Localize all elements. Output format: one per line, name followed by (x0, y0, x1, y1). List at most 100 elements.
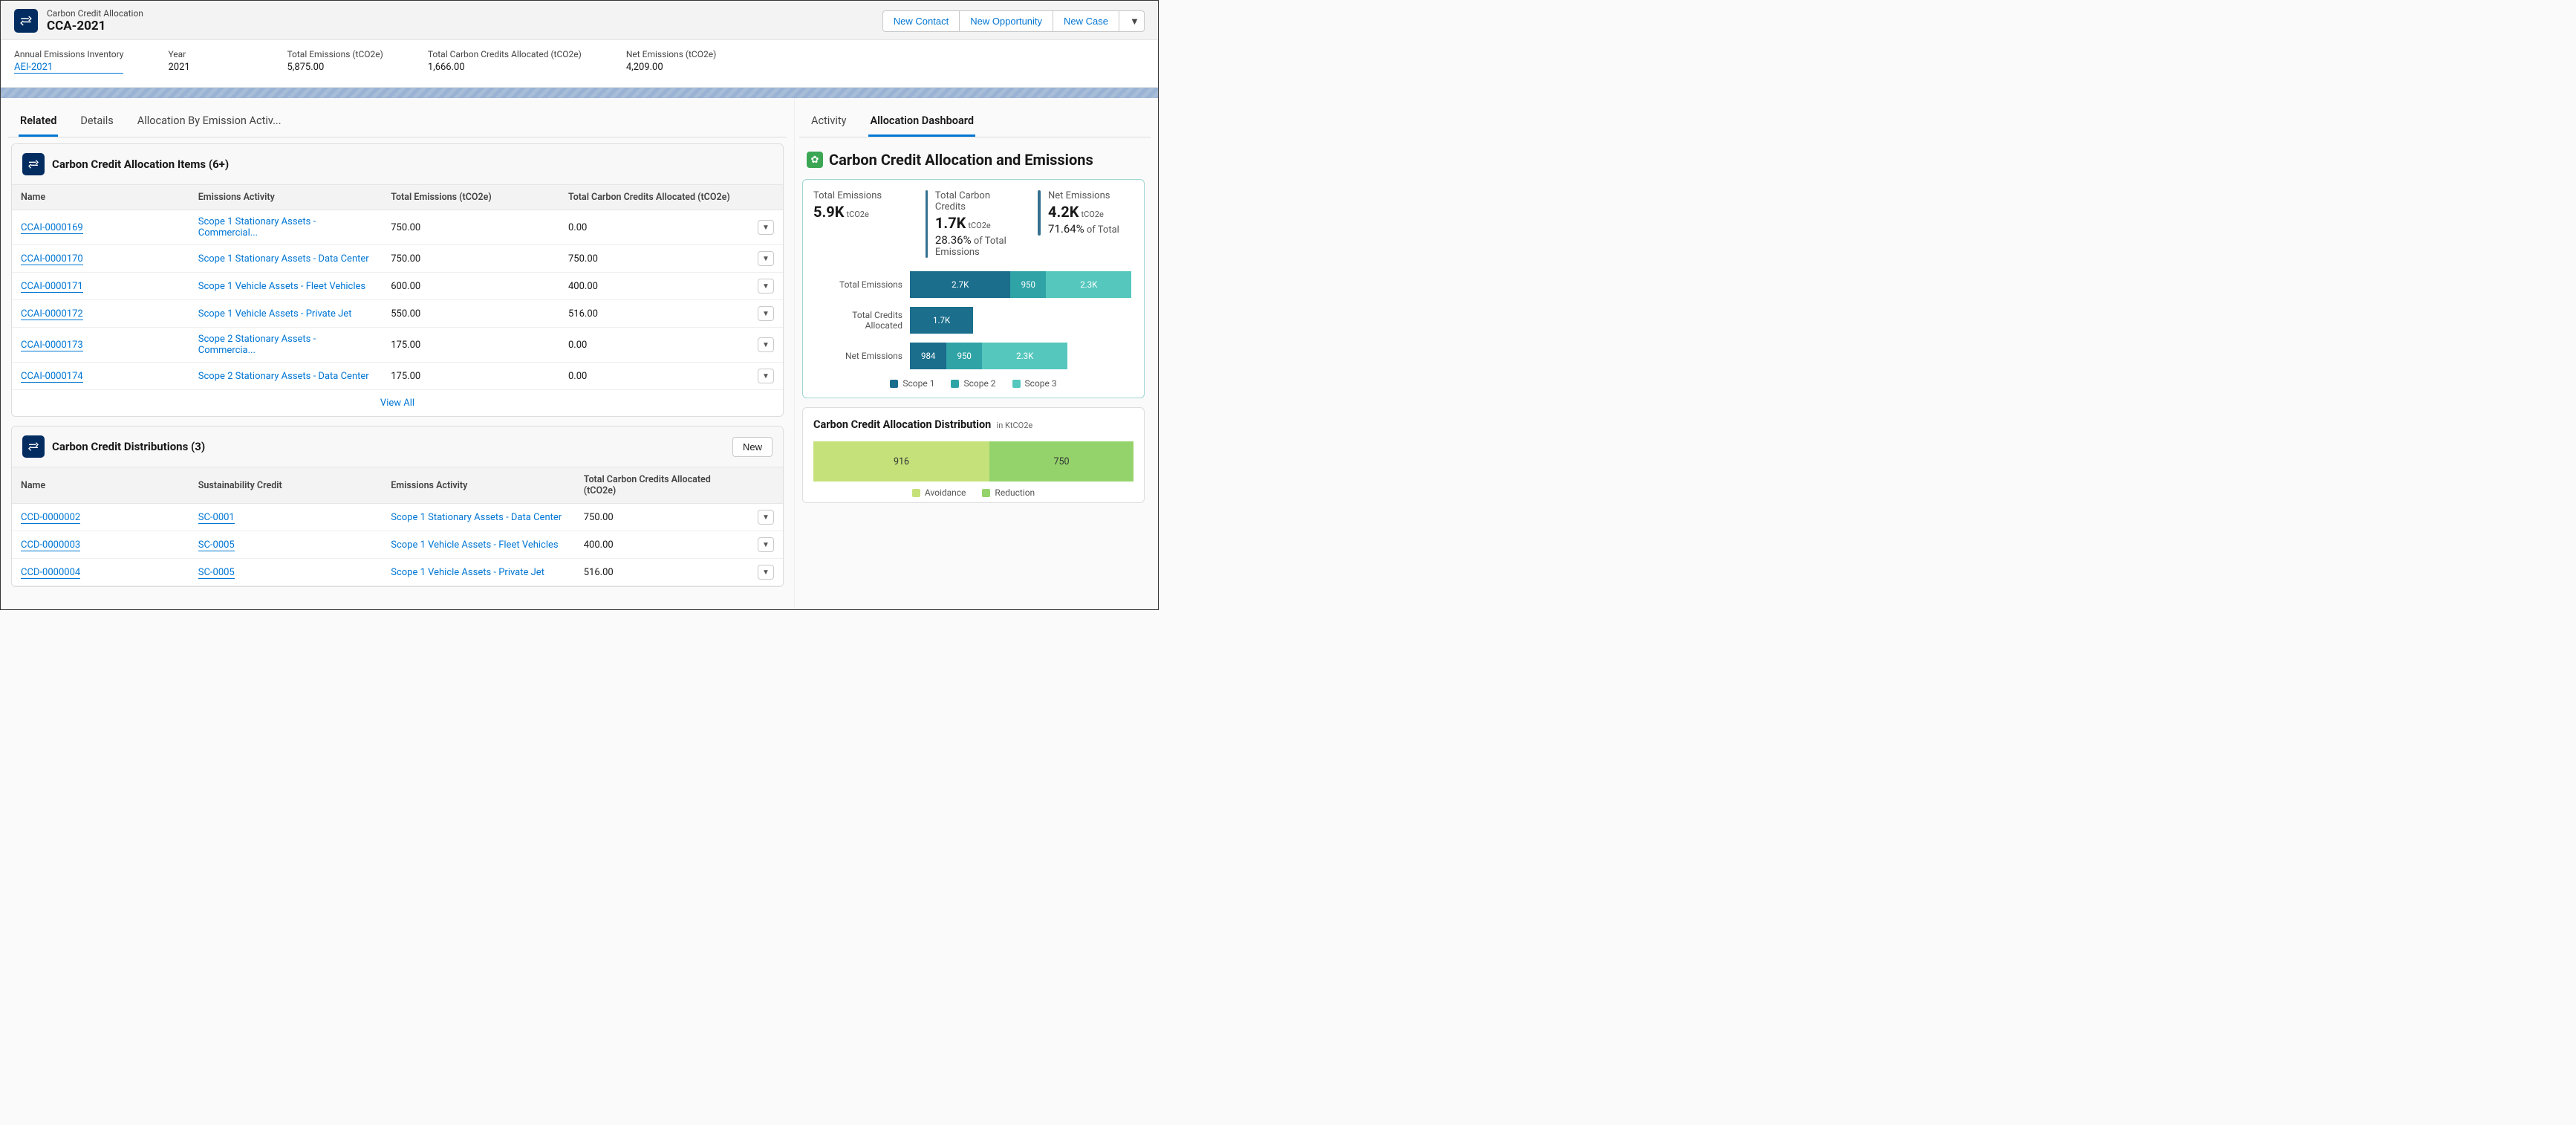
leaf-icon: ✿ (807, 152, 823, 168)
item-activity-link[interactable]: Scope 1 Vehicle Assets - Private Jet (198, 308, 352, 320)
tab-allocation-by-activity[interactable]: Allocation By Emission Activ... (136, 106, 283, 137)
stat-total-cc-label: Total Carbon Credits (935, 190, 1021, 213)
dist-credit-link[interactable]: SC-0005 (198, 539, 235, 551)
scope-stacked-bar-chart: Total Emissions2.7K9502.3KTotal Credits … (813, 271, 1133, 369)
table-row: CCD-0000003 SC-0005 Scope 1 Vehicle Asse… (12, 531, 783, 559)
bar-track: 9849502.3K (910, 343, 1133, 369)
item-activity-link[interactable]: Scope 2 Stationary Assets - Commercia... (198, 334, 316, 356)
dist-name-link[interactable]: CCD-0000004 (21, 567, 80, 579)
col-activity: Emissions Activity (189, 185, 383, 210)
bar-segment-scope-1: 1.7K (910, 307, 973, 334)
distributions-card: Carbon Credit Distributions (3) New Name… (11, 426, 784, 587)
distribution-unit: in KtCO2e (997, 421, 1033, 430)
view-all-link[interactable]: View All (380, 398, 414, 409)
row-menu-button[interactable]: ▼ (758, 369, 774, 383)
distributions-title: Carbon Credit Distributions (3) (52, 440, 205, 453)
list-icon (22, 153, 45, 175)
table-row: CCAI-0000174 Scope 2 Stationary Assets -… (12, 363, 783, 390)
new-case-button[interactable]: New Case (1053, 10, 1119, 32)
stat-total-cc-pct: 28.36% (935, 233, 972, 247)
bar-track: 2.7K9502.3K (910, 271, 1133, 298)
new-opportunity-button[interactable]: New Opportunity (960, 10, 1053, 32)
bar-row-label: Total Credits Allocated (813, 310, 910, 331)
row-menu-button[interactable]: ▼ (758, 337, 774, 352)
dist-activity-link[interactable]: Scope 1 Stationary Assets - Data Center (391, 512, 562, 523)
item-name-link[interactable]: CCAI-0000170 (21, 253, 83, 265)
row-menu-button[interactable]: ▼ (758, 220, 774, 235)
record-title: CCA-2021 (47, 19, 143, 33)
year-label: Year (168, 49, 242, 59)
row-menu-button[interactable]: ▼ (758, 510, 774, 525)
row-menu-button[interactable]: ▼ (758, 565, 774, 580)
row-menu-button[interactable]: ▼ (758, 306, 774, 321)
bar-track: 1.7K (910, 307, 1133, 334)
bar-row-label: Total Emissions (813, 279, 910, 290)
stat-net-value: 4.2K (1048, 203, 1079, 221)
legend-scope2: Scope 2 (963, 378, 995, 389)
item-credits: 0.00 (559, 210, 749, 245)
dcol-activity: Emissions Activity (382, 467, 575, 504)
table-row: CCAI-0000173 Scope 2 Stationary Assets -… (12, 328, 783, 363)
item-total: 550.00 (382, 300, 559, 328)
tab-related[interactable]: Related (19, 106, 58, 137)
item-activity-link[interactable]: Scope 1 Stationary Assets - Data Center (198, 253, 369, 265)
item-name-link[interactable]: CCAI-0000169 (21, 222, 83, 234)
item-credits: 0.00 (559, 363, 749, 390)
item-total: 175.00 (382, 363, 559, 390)
dist-segment-avoidance: 916 (813, 441, 989, 482)
total-credits-value: 1,666.00 (428, 62, 582, 73)
tab-details[interactable]: Details (79, 106, 114, 137)
item-credits: 516.00 (559, 300, 749, 328)
record-object-label: Carbon Credit Allocation (47, 8, 143, 19)
net-emissions-label: Net Emissions (tCO2e) (626, 49, 716, 59)
bar-row-label: Net Emissions (813, 351, 910, 361)
list-icon (22, 435, 45, 458)
new-contact-button[interactable]: New Contact (882, 10, 960, 32)
table-row: CCAI-0000170 Scope 1 Stationary Assets -… (12, 245, 783, 273)
item-activity-link[interactable]: Scope 1 Stationary Assets - Commercial..… (198, 216, 316, 239)
table-row: CCD-0000004 SC-0005 Scope 1 Vehicle Asse… (12, 559, 783, 586)
row-menu-button[interactable]: ▼ (758, 279, 774, 294)
item-name-link[interactable]: CCAI-0000174 (21, 371, 83, 383)
dist-name-link[interactable]: CCD-0000003 (21, 539, 80, 551)
tab-allocation-dashboard[interactable]: Allocation Dashboard (868, 106, 975, 137)
new-distribution-button[interactable]: New (732, 437, 773, 457)
table-row: CCAI-0000171 Scope 1 Vehicle Assets - Fl… (12, 273, 783, 300)
stat-total-em-value: 5.9K (813, 203, 844, 221)
stat-net-label: Net Emissions (1048, 190, 1119, 201)
row-menu-button[interactable]: ▼ (758, 251, 774, 266)
total-credits-label: Total Carbon Credits Allocated (tCO2e) (428, 49, 582, 59)
stats-card: Total Emissions 5.9KtCO2e Total Carbon C… (802, 179, 1145, 398)
tab-activity[interactable]: Activity (810, 106, 848, 137)
item-name-link[interactable]: CCAI-0000173 (21, 340, 83, 351)
bar-segment-scope-3: 2.3K (1046, 271, 1131, 298)
item-activity-link[interactable]: Scope 2 Stationary Assets - Data Center (198, 371, 369, 382)
item-name-link[interactable]: CCAI-0000171 (21, 281, 83, 293)
item-name-link[interactable]: CCAI-0000172 (21, 308, 83, 320)
allocation-items-card: Carbon Credit Allocation Items (6+) Name… (11, 143, 784, 417)
allocation-items-table: Name Emissions Activity Total Emissions … (12, 184, 783, 390)
table-row: CCAI-0000172 Scope 1 Vehicle Assets - Pr… (12, 300, 783, 328)
distribution-title: Carbon Credit Allocation Distribution (813, 418, 991, 431)
aei-link[interactable]: AEI-2021 (14, 62, 123, 74)
total-emissions-value: 5,875.00 (287, 62, 383, 73)
dist-activity-link[interactable]: Scope 1 Vehicle Assets - Private Jet (391, 567, 544, 578)
pattern-divider (1, 88, 1158, 98)
item-credits: 750.00 (559, 245, 749, 273)
more-actions-button[interactable]: ▼ (1119, 10, 1145, 32)
dist-activity-link[interactable]: Scope 1 Vehicle Assets - Fleet Vehicles (391, 539, 558, 551)
dist-name-link[interactable]: CCD-0000002 (21, 512, 80, 524)
item-total: 175.00 (382, 328, 559, 363)
dist-credit-link[interactable]: SC-0005 (198, 567, 235, 579)
year-value: 2021 (168, 62, 242, 73)
distribution-bar-chart: 916750 (813, 441, 1133, 482)
col-credits: Total Carbon Credits Allocated (tCO2e) (559, 185, 749, 210)
row-menu-button[interactable]: ▼ (758, 537, 774, 552)
bar-segment-scope-2: 950 (946, 343, 982, 369)
header-actions: New Contact New Opportunity New Case ▼ (882, 10, 1145, 32)
right-tabs: Activity Allocation Dashboard (799, 106, 1151, 137)
stat-total-em-label: Total Emissions (813, 190, 882, 201)
item-activity-link[interactable]: Scope 1 Vehicle Assets - Fleet Vehicles (198, 281, 365, 292)
dist-credit-link[interactable]: SC-0001 (198, 512, 235, 524)
dist-segment-reduction: 750 (989, 441, 1133, 482)
